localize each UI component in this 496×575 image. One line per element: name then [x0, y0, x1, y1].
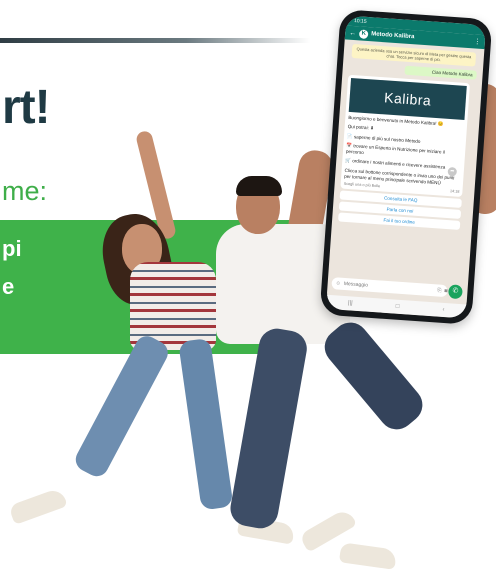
emoji-icon[interactable]: ☺ [336, 280, 342, 286]
man-right-shoe [338, 542, 398, 570]
phone-screen: 10:15 ← K Metodo Kalibra ⋮ Questa aziend… [325, 15, 487, 319]
recent-apps-icon[interactable]: ||| [348, 300, 353, 306]
nav-back-icon[interactable]: ‹ [442, 307, 444, 313]
headline: rt! [2, 81, 51, 134]
woman-left-shoe [8, 487, 68, 525]
man-hair [236, 176, 282, 196]
band-text-line2: e [2, 274, 15, 299]
subheadline: me: [2, 176, 48, 206]
attach-icon[interactable]: ⎘ [437, 287, 441, 293]
kalibra-logo-banner: Kalibra [348, 77, 467, 120]
chat-name[interactable]: Metodo Kalibra [371, 31, 471, 44]
mic-icon[interactable]: ✆ [447, 284, 463, 300]
chat-avatar[interactable]: K [358, 28, 369, 39]
android-nav-bar: ||| □ ‹ [325, 294, 467, 319]
band-text-line1: pi [2, 236, 22, 261]
message-input-placeholder: Messaggio [343, 280, 369, 289]
menu-dots-icon[interactable]: ⋮ [474, 37, 482, 45]
back-arrow-icon[interactable]: ← [349, 29, 356, 36]
camera-icon[interactable]: ◙ [444, 288, 447, 294]
top-rule [0, 38, 310, 43]
woman-left-leg [71, 332, 173, 481]
smartphone: 10:15 ← K Metodo Kalibra ⋮ Questa aziend… [319, 9, 493, 325]
outgoing-message: Ciao Metodo Kalibra [404, 65, 477, 80]
home-icon[interactable]: □ [396, 304, 400, 310]
woman-right-leg [178, 337, 234, 511]
promo-stage: rt! me: pi e 10:15 ← K Metodo Kalibra ⋮ … [0, 0, 496, 575]
man-right-leg [317, 315, 430, 437]
message-footer: Scegli una o più Bolle [343, 181, 381, 189]
message-input[interactable]: ☺ Messaggio ⎘ ◙ [331, 277, 448, 298]
message-time: 14:18 [449, 189, 460, 194]
incoming-message: Kalibra Buongiorno e benvenuto in Metodo… [340, 74, 470, 197]
man-left-leg [227, 325, 310, 532]
